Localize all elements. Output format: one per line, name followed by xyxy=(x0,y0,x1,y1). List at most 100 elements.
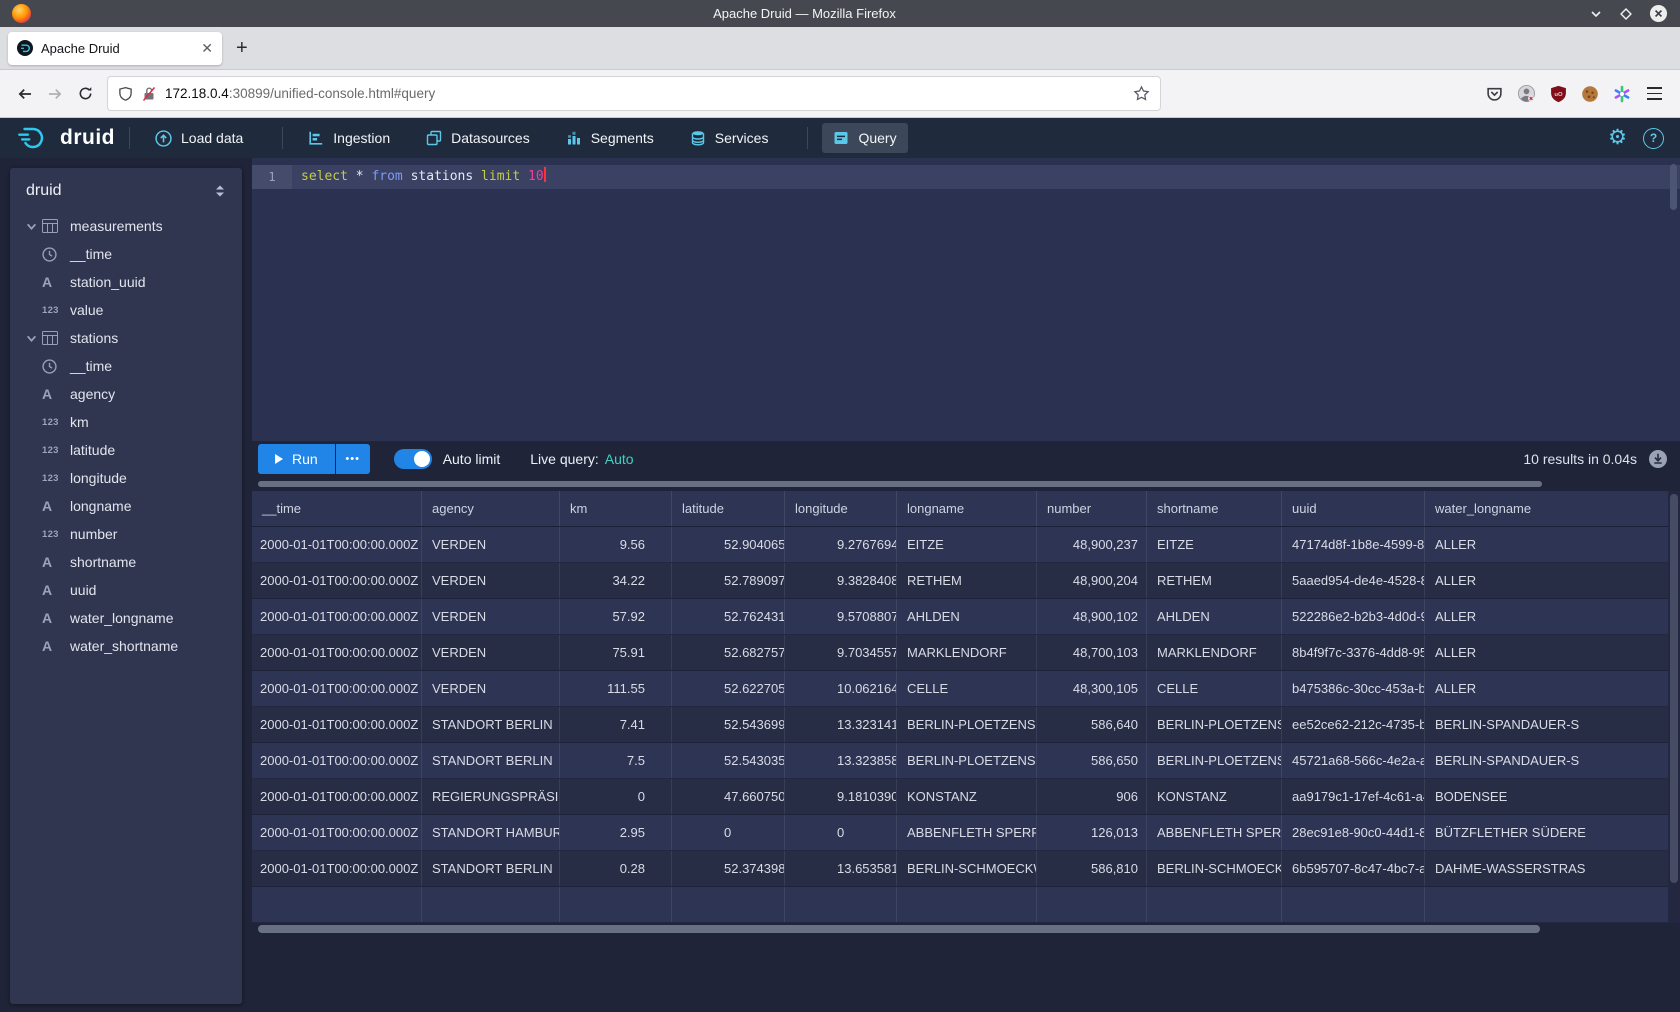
tab-apache-druid[interactable]: Apache Druid ✕ xyxy=(8,32,222,65)
sidebar-column-agency[interactable]: Aagency xyxy=(10,380,242,408)
sql-token: 10 xyxy=(528,169,544,184)
insecure-lock-icon[interactable] xyxy=(142,86,156,102)
bookmark-star-icon[interactable] xyxy=(1133,85,1150,102)
vertical-scrollbar-thumb[interactable] xyxy=(1670,494,1678,883)
window-maximize-icon[interactable] xyxy=(1619,7,1633,21)
table-header-row: __timeagencykmlatitudelongitudelongnamen… xyxy=(252,491,1668,527)
sql-token: from xyxy=(371,169,402,184)
splitter-handle[interactable] xyxy=(258,481,1542,487)
table-cell: 586,810 xyxy=(1037,851,1147,886)
column-header-agency[interactable]: agency xyxy=(422,491,560,526)
sidebar-column-latitude[interactable]: 123latitude xyxy=(10,436,242,464)
settings-gear-icon[interactable]: ⚙ xyxy=(1608,128,1627,148)
table-cell: VERDEN xyxy=(422,671,560,706)
nav-item-services[interactable]: Services xyxy=(679,123,780,153)
editor-code-line[interactable]: select * from stations limit 10 xyxy=(292,165,1680,189)
table-icon xyxy=(42,219,62,233)
sidebar-table-stations[interactable]: stations xyxy=(10,324,242,352)
back-button-icon[interactable] xyxy=(10,79,40,109)
cookie-extension-icon[interactable] xyxy=(1574,79,1606,109)
sidebar-column-uuid[interactable]: Auuid xyxy=(10,576,242,604)
editor-scrollbar-thumb[interactable] xyxy=(1670,164,1677,210)
horizontal-scrollbar-thumb[interactable] xyxy=(258,925,1540,933)
sql-token xyxy=(520,169,528,184)
number-icon: 123 xyxy=(42,473,62,484)
nav-divider xyxy=(129,127,130,149)
table-cell: 48,700,103 xyxy=(1037,635,1147,670)
nav-item-ingestion[interactable]: Ingestion xyxy=(297,123,401,153)
caret-down-icon xyxy=(26,333,42,344)
pocket-icon[interactable] xyxy=(1478,79,1510,109)
table-cell: 48,900,102 xyxy=(1037,599,1147,634)
sidebar-column--time[interactable]: __time xyxy=(10,240,242,268)
column-header-latitude[interactable]: latitude xyxy=(672,491,785,526)
window-minimize-icon[interactable] xyxy=(1589,7,1603,21)
nav-item-load-data[interactable]: Load data xyxy=(144,123,254,154)
help-icon[interactable]: ? xyxy=(1643,128,1664,149)
sidebar-column-station-uuid[interactable]: Astation_uuid xyxy=(10,268,242,296)
nav-item-segments[interactable]: Segments xyxy=(555,123,665,153)
auto-limit-label: Auto limit xyxy=(443,451,501,467)
tracking-protection-shield-icon[interactable] xyxy=(118,86,133,102)
table-cell: BERLIN-SCHMOECKWITZ xyxy=(1147,851,1282,886)
url-text[interactable]: 172.18.0.4:30899/unified-console.html#qu… xyxy=(165,86,1124,101)
sidebar-column-longitude[interactable]: 123longitude xyxy=(10,464,242,492)
new-tab-button[interactable]: + xyxy=(236,37,248,60)
sidebar-column-water-longname[interactable]: Awater_longname xyxy=(10,604,242,632)
forward-button-icon[interactable] xyxy=(40,79,70,109)
table-cell: EITZE xyxy=(1147,527,1282,562)
nav-item-query[interactable]: Query xyxy=(822,123,907,153)
reload-button-icon[interactable] xyxy=(70,79,100,109)
query-editor[interactable]: 1 select * from stations limit 10 xyxy=(252,158,1680,441)
sidebar-column-km[interactable]: 123km xyxy=(10,408,242,436)
vertical-scrollbar[interactable] xyxy=(1668,491,1680,923)
table-cell: 2000-01-01T00:00:00.000Z xyxy=(252,707,422,742)
ublock-origin-icon[interactable]: uO xyxy=(1542,79,1574,109)
run-more-button[interactable]: ••• xyxy=(336,444,370,474)
menu-hamburger-icon[interactable] xyxy=(1638,79,1670,109)
sidebar-column-number[interactable]: 123number xyxy=(10,520,242,548)
firefox-window: Apache Druid — Mozilla Firefox Apache Dr… xyxy=(0,0,1680,1012)
url-bar[interactable]: 172.18.0.4:30899/unified-console.html#qu… xyxy=(108,77,1160,110)
live-query-value[interactable]: Auto xyxy=(605,451,634,467)
table-cell: KONSTANZ xyxy=(897,779,1037,814)
column-header-uuid[interactable]: uuid xyxy=(1282,491,1425,526)
run-button[interactable]: Run xyxy=(258,444,335,474)
query-icon xyxy=(833,130,849,146)
auto-limit-toggle[interactable] xyxy=(394,449,432,469)
table-cell: ABBENFLETH SPERRWERK xyxy=(897,815,1037,850)
column-header-longname[interactable]: longname xyxy=(897,491,1037,526)
table-cell: STANDORT HAMBURG xyxy=(422,815,560,850)
column-header-longitude[interactable]: longitude xyxy=(785,491,897,526)
sidebar-column-water-shortname[interactable]: Awater_shortname xyxy=(10,632,242,660)
results-splitter[interactable] xyxy=(252,477,1680,491)
column-header-number[interactable]: number xyxy=(1037,491,1147,526)
window-close-icon[interactable] xyxy=(1649,4,1668,23)
string-icon: A xyxy=(42,386,62,402)
table-cell: 2.95 xyxy=(560,815,672,850)
string-icon: A xyxy=(42,638,62,654)
nav-item-label: Query xyxy=(858,130,896,146)
column-header--time[interactable]: __time xyxy=(252,491,422,526)
tab-close-icon[interactable]: ✕ xyxy=(201,41,213,55)
sidebar-table-measurements[interactable]: measurements xyxy=(10,212,242,240)
druid-logo[interactable]: druid xyxy=(16,125,115,151)
tree-item-label: __time xyxy=(70,358,112,374)
sidebar-column--time[interactable]: __time xyxy=(10,352,242,380)
column-header-shortname[interactable]: shortname xyxy=(1147,491,1282,526)
column-header-water-longname[interactable]: water_longname xyxy=(1425,491,1668,526)
horizontal-scrollbar[interactable] xyxy=(252,923,1680,935)
profile-icon[interactable] xyxy=(1510,79,1542,109)
table-cell: 9.181039088 xyxy=(785,779,897,814)
run-button-label: Run xyxy=(292,451,318,467)
nav-item-datasources[interactable]: Datasources xyxy=(415,123,541,153)
sort-icon[interactable] xyxy=(214,184,226,198)
sidebar-column-shortname[interactable]: Ashortname xyxy=(10,548,242,576)
colorful-extension-icon[interactable] xyxy=(1606,79,1638,109)
sidebar-column-value[interactable]: 123value xyxy=(10,296,242,324)
column-header-km[interactable]: km xyxy=(560,491,672,526)
sidebar-column-longname[interactable]: Alongname xyxy=(10,492,242,520)
download-results-icon[interactable] xyxy=(1648,449,1668,469)
table-row: 2000-01-01T00:00:00.000ZVERDEN9.5652.904… xyxy=(252,527,1668,563)
browser-toolbar: 172.18.0.4:30899/unified-console.html#qu… xyxy=(0,70,1680,118)
